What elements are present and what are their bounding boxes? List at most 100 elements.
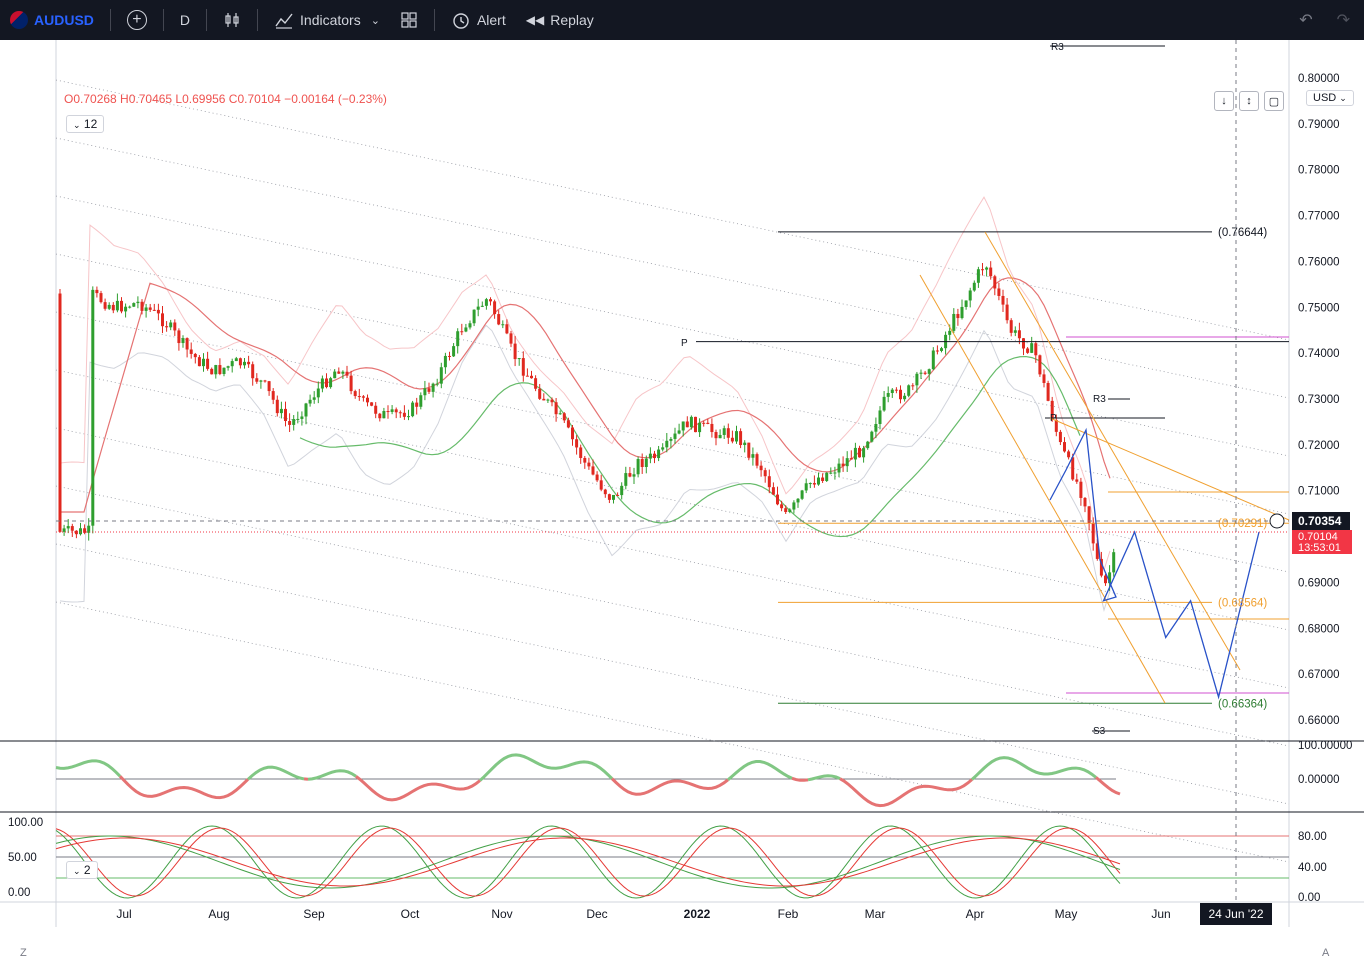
candle-body [120,301,123,312]
candle-body [350,376,353,391]
price-tick-label: 0.68000 [1298,623,1340,635]
maximize-button[interactable]: ▢ [1264,91,1284,111]
pivot-label: P [1050,413,1057,424]
time-tick-label: Sep [303,907,325,921]
candle-body [616,495,619,496]
candle-body [91,290,94,526]
candle-body [932,350,935,369]
current-price-label: 0.70354 [1298,514,1342,528]
indicators-toggle[interactable]: ⌄ 12 [66,115,104,133]
price-tick-label: 0.66000 [1298,715,1340,727]
indicators-button[interactable]: Indicators ⌄ [264,0,390,40]
candle-body [727,428,730,438]
candle-body [423,388,426,395]
drawing-tools[interactable] [696,46,1289,731]
price-tick-label: 0.76000 [1298,256,1340,268]
chart-area[interactable]: (0.76644)(0.70291)(0.68564)(0.66364)PPR3… [0,40,1364,927]
candle-body [440,367,443,383]
candle-body [821,478,824,481]
chevron-down-icon: ⌄ [1339,93,1347,103]
candle-body [473,310,476,324]
rewind-icon: ◀◀ [526,13,544,27]
candle-body [1014,330,1017,333]
candle-body [698,423,701,432]
candle-body [965,300,968,306]
symbol-selector[interactable]: AUDUSD [0,0,104,40]
candle-body [161,313,164,326]
price-tick-label: 0.67000 [1298,669,1340,681]
chart-type-button[interactable] [213,0,251,40]
candle-body [674,434,677,439]
chart-svg[interactable]: (0.76644)(0.70291)(0.68564)(0.66364)PPR3… [0,40,1364,927]
candle-body [505,324,508,333]
candle-body [382,411,385,418]
candle-body [288,421,291,425]
candle-body [874,424,877,432]
candle-body [567,420,570,427]
candle-body [112,305,115,310]
interval-button[interactable]: D [170,0,200,40]
candle-body [858,448,861,457]
candle-body [985,268,988,270]
candle-body [571,427,574,439]
zoom-toggle[interactable]: Z [20,947,27,959]
currency-flag-icon [10,11,28,29]
osc-segment [56,761,120,776]
candle-body [227,366,230,368]
price-tick-label: 0.74000 [1298,348,1340,360]
time-tick-label: Mar [865,907,886,921]
candle-body [1067,451,1070,457]
crosshair-time-label: 24 Jun '22 [1208,907,1263,921]
indicator-count: 12 [84,117,97,131]
candle-body [136,302,139,303]
candle-body [907,385,910,395]
collapse-button[interactable]: ↕ [1239,91,1259,111]
candle-body [948,331,951,335]
osc-segment [308,771,356,779]
candle-body [1059,432,1062,442]
currency-selector[interactable]: USD ⌄ [1306,90,1354,106]
candle-body [1018,330,1021,338]
candle-body [883,397,886,411]
auto-scale-toggle[interactable]: A [1322,947,1329,959]
pane-indicators-toggle[interactable]: ⌄ 2 [66,861,98,879]
candle-body [928,369,931,374]
candle-body [669,439,672,441]
candle-body [104,302,107,309]
candle-body [329,378,332,387]
candle-body [624,473,627,486]
fib-level-label: (0.68564) [1218,597,1267,609]
candle-body [735,431,738,441]
time-tick-label: Aug [208,907,229,921]
replay-button[interactable]: ◀◀ Replay [516,0,604,40]
candle-body [522,358,525,376]
compare-button[interactable]: + [117,0,157,40]
time-tick-label: Jun [1151,907,1170,921]
candle-body [780,504,783,508]
candle-body [1030,343,1033,353]
candle-body [485,299,488,306]
candle-body [231,361,234,366]
candle-body [157,310,160,313]
candle-body [678,430,681,433]
time-tick-label: Jul [116,907,131,921]
axes: 0.800000.790000.780000.770000.760000.750… [8,40,1352,925]
redo-icon[interactable]: ↷ [1337,10,1350,30]
top-toolbar: AUDUSD + D Indicators ⌄ [0,0,1364,40]
candle-body [587,463,590,467]
osc-tick-label: 100.00000 [1298,740,1352,752]
candle-body [961,307,964,318]
toolbar-divider [206,9,207,31]
collapse-icon: ↕ [1246,95,1252,107]
candle-body [124,307,127,312]
undo-icon[interactable]: ↶ [1299,10,1312,30]
candle-body [743,443,746,445]
alert-label: Alert [477,12,506,28]
price-tick-label: 0.75000 [1298,302,1340,314]
scroll-down-button[interactable]: ↓ [1214,91,1234,111]
candle-body [464,327,467,331]
candle-body [1047,383,1050,401]
layouts-button[interactable] [390,0,428,40]
alert-button[interactable]: Alert [441,0,516,40]
candle-body [214,365,217,374]
